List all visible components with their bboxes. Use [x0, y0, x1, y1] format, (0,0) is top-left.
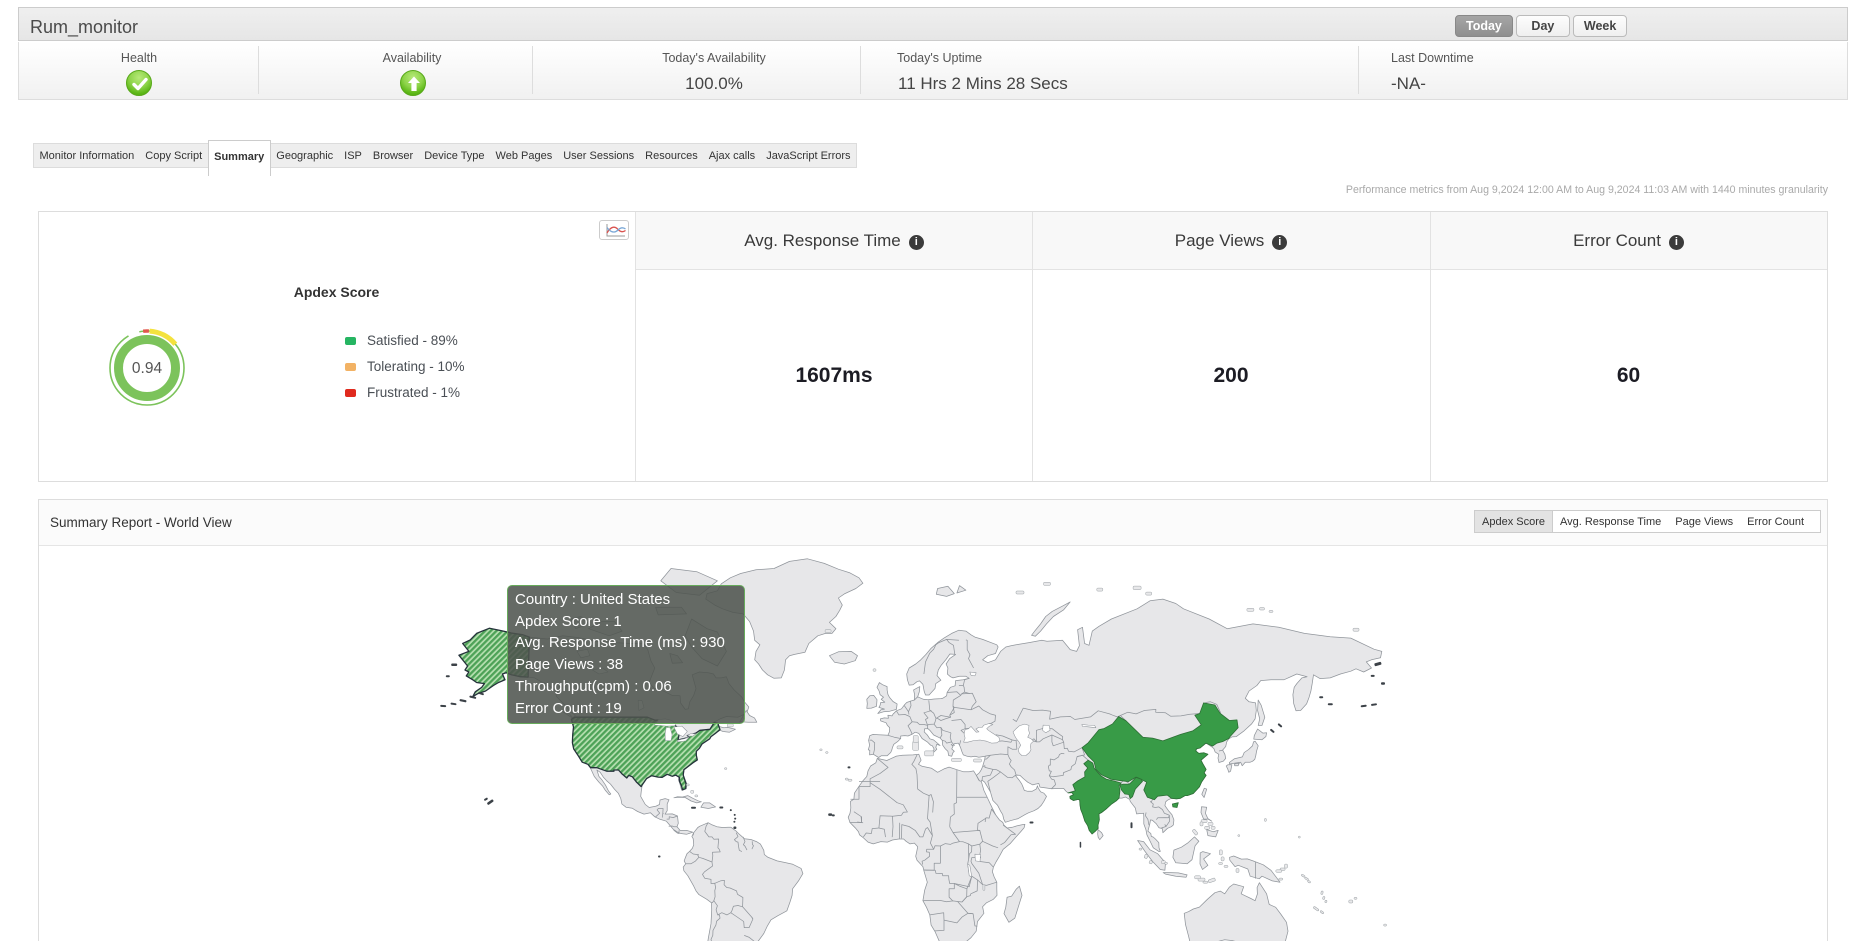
svg-text:0.94: 0.94: [132, 360, 163, 377]
